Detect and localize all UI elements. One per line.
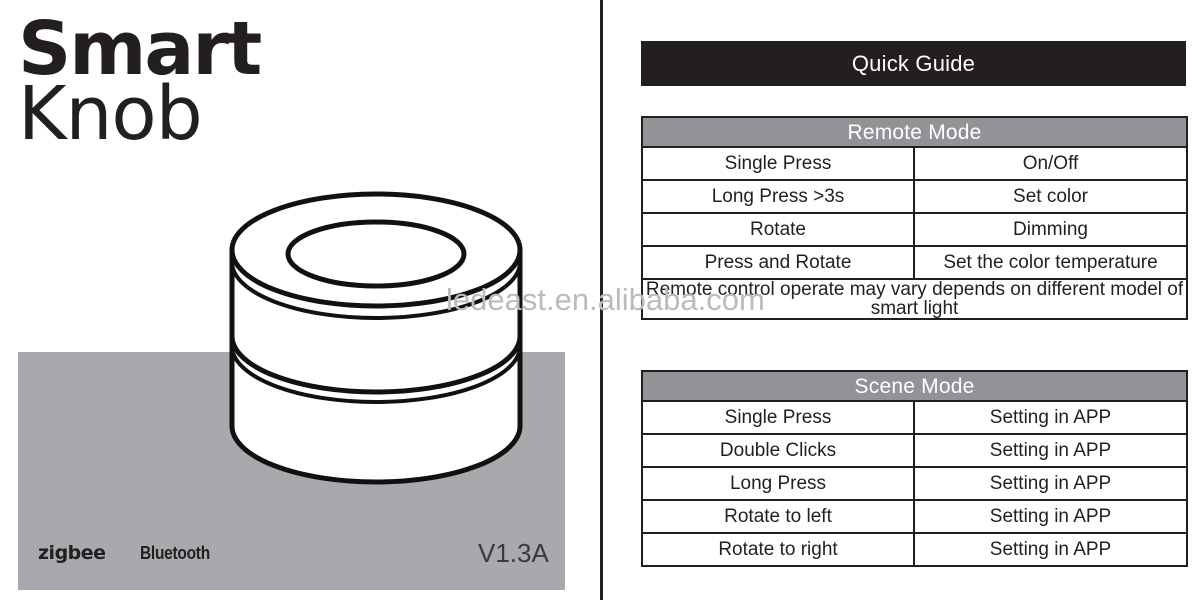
result-cell: On/Off <box>912 146 1189 181</box>
result-cell: Setting in APP <box>912 433 1189 468</box>
action-cell: Press and Rotate <box>641 245 915 280</box>
bluetooth-logo: Bluetooth <box>139 543 210 563</box>
table-row: Press and Rotate Set the color temperatu… <box>641 245 1189 280</box>
result-cell: Setting in APP <box>912 499 1189 534</box>
action-cell: Rotate to left <box>641 499 915 534</box>
page-title: Smart Knob <box>18 12 262 151</box>
product-panel: Smart Knob zigbee Bluetooth V1.3A <box>0 0 601 600</box>
table-row: Rotate to right Setting in APP <box>641 532 1189 567</box>
table-row: Double Clicks Setting in APP <box>641 433 1189 468</box>
action-cell: Long Press >3s <box>641 179 915 214</box>
result-cell: Setting in APP <box>912 466 1189 501</box>
result-cell: Set color <box>912 179 1189 214</box>
action-cell: Single Press <box>641 400 915 435</box>
table-row: Single Press On/Off <box>641 146 1189 181</box>
action-cell: Rotate <box>641 212 915 247</box>
quick-guide-panel: Quick Guide Remote Mode Single Press On/… <box>603 0 1200 600</box>
table-row: Long Press Setting in APP <box>641 466 1189 501</box>
scene-mode-table: Scene Mode Single Press Setting in APP D… <box>640 370 1189 567</box>
quick-guide-banner: Quick Guide <box>641 41 1186 86</box>
certification-badges: zigbee Bluetooth <box>38 542 221 564</box>
smart-knob-illustration <box>226 188 526 500</box>
result-cell: Setting in APP <box>912 532 1189 567</box>
table-note-row: Remote control operate may vary depends … <box>640 278 1189 320</box>
remote-mode-header: Remote Mode <box>640 116 1189 148</box>
table-header-row: Scene Mode <box>640 370 1189 402</box>
scene-mode-header: Scene Mode <box>640 370 1189 402</box>
table-header-row: Remote Mode <box>640 116 1189 148</box>
result-cell: Setting in APP <box>912 400 1189 435</box>
action-cell: Rotate to right <box>641 532 915 567</box>
result-cell: Dimming <box>912 212 1189 247</box>
table-row: Long Press >3s Set color <box>641 179 1189 214</box>
table-row: Single Press Setting in APP <box>641 400 1189 435</box>
result-cell: Set the color temperature <box>912 245 1189 280</box>
table-row: Rotate Dimming <box>641 212 1189 247</box>
table-row: Rotate to left Setting in APP <box>641 499 1189 534</box>
version-label: V1.3A <box>478 538 549 568</box>
action-cell: Long Press <box>641 466 915 501</box>
zigbee-logo: zigbee <box>38 542 106 564</box>
remote-mode-table: Remote Mode Single Press On/Off Long Pre… <box>640 116 1189 320</box>
action-cell: Single Press <box>641 146 915 181</box>
remote-mode-note: Remote control operate may vary depends … <box>640 278 1189 320</box>
action-cell: Double Clicks <box>641 433 915 468</box>
